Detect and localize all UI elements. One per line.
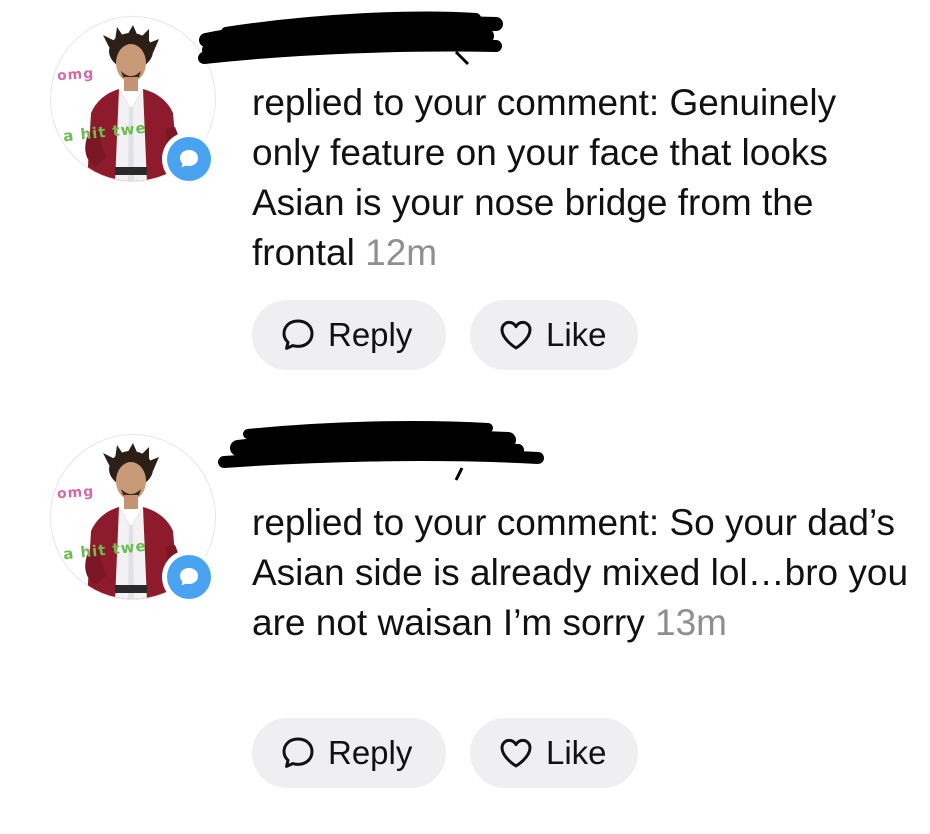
timestamp: 13m [655, 602, 728, 643]
reply-label: Reply [328, 316, 413, 353]
reply-badge [162, 550, 216, 604]
notification-text: replied to your comment: So your dad’s A… [252, 498, 912, 648]
avatar-overlay-text: omg [56, 483, 95, 503]
action-text: replied to your comment: [252, 502, 660, 543]
comment-bubble-icon [278, 733, 318, 773]
heart-icon [496, 733, 536, 773]
like-label: Like [546, 316, 607, 353]
notification-actions: Reply Like [252, 300, 638, 370]
notification-item[interactable]: omg a hit twe replied to your comment: S… [0, 418, 930, 828]
comment-bubble-icon [278, 315, 318, 355]
like-button[interactable]: Like [470, 718, 638, 788]
notification-text: replied to your comment: Genuinely only … [252, 78, 912, 278]
avatar[interactable]: omg a hit twe [50, 434, 216, 604]
username-redaction [198, 11, 503, 66]
reply-button[interactable]: Reply [252, 718, 446, 788]
avatar-overlay-text: omg [56, 65, 95, 85]
username-redaction [218, 421, 544, 481]
avatar[interactable]: omg a hit twe [50, 16, 216, 186]
reply-label: Reply [328, 734, 413, 771]
timestamp: 12m [365, 232, 438, 273]
like-button[interactable]: Like [470, 300, 638, 370]
notification-item[interactable]: omg a hit twe replied to your comment: G… [0, 0, 930, 410]
heart-icon [496, 315, 536, 355]
notification-actions: Reply Like [252, 718, 638, 788]
reply-badge [162, 132, 216, 186]
reply-bubble-icon [180, 150, 198, 168]
action-text: replied to your comment: [252, 82, 660, 123]
reply-button[interactable]: Reply [252, 300, 446, 370]
like-label: Like [546, 734, 607, 771]
reply-bubble-icon [180, 568, 198, 586]
